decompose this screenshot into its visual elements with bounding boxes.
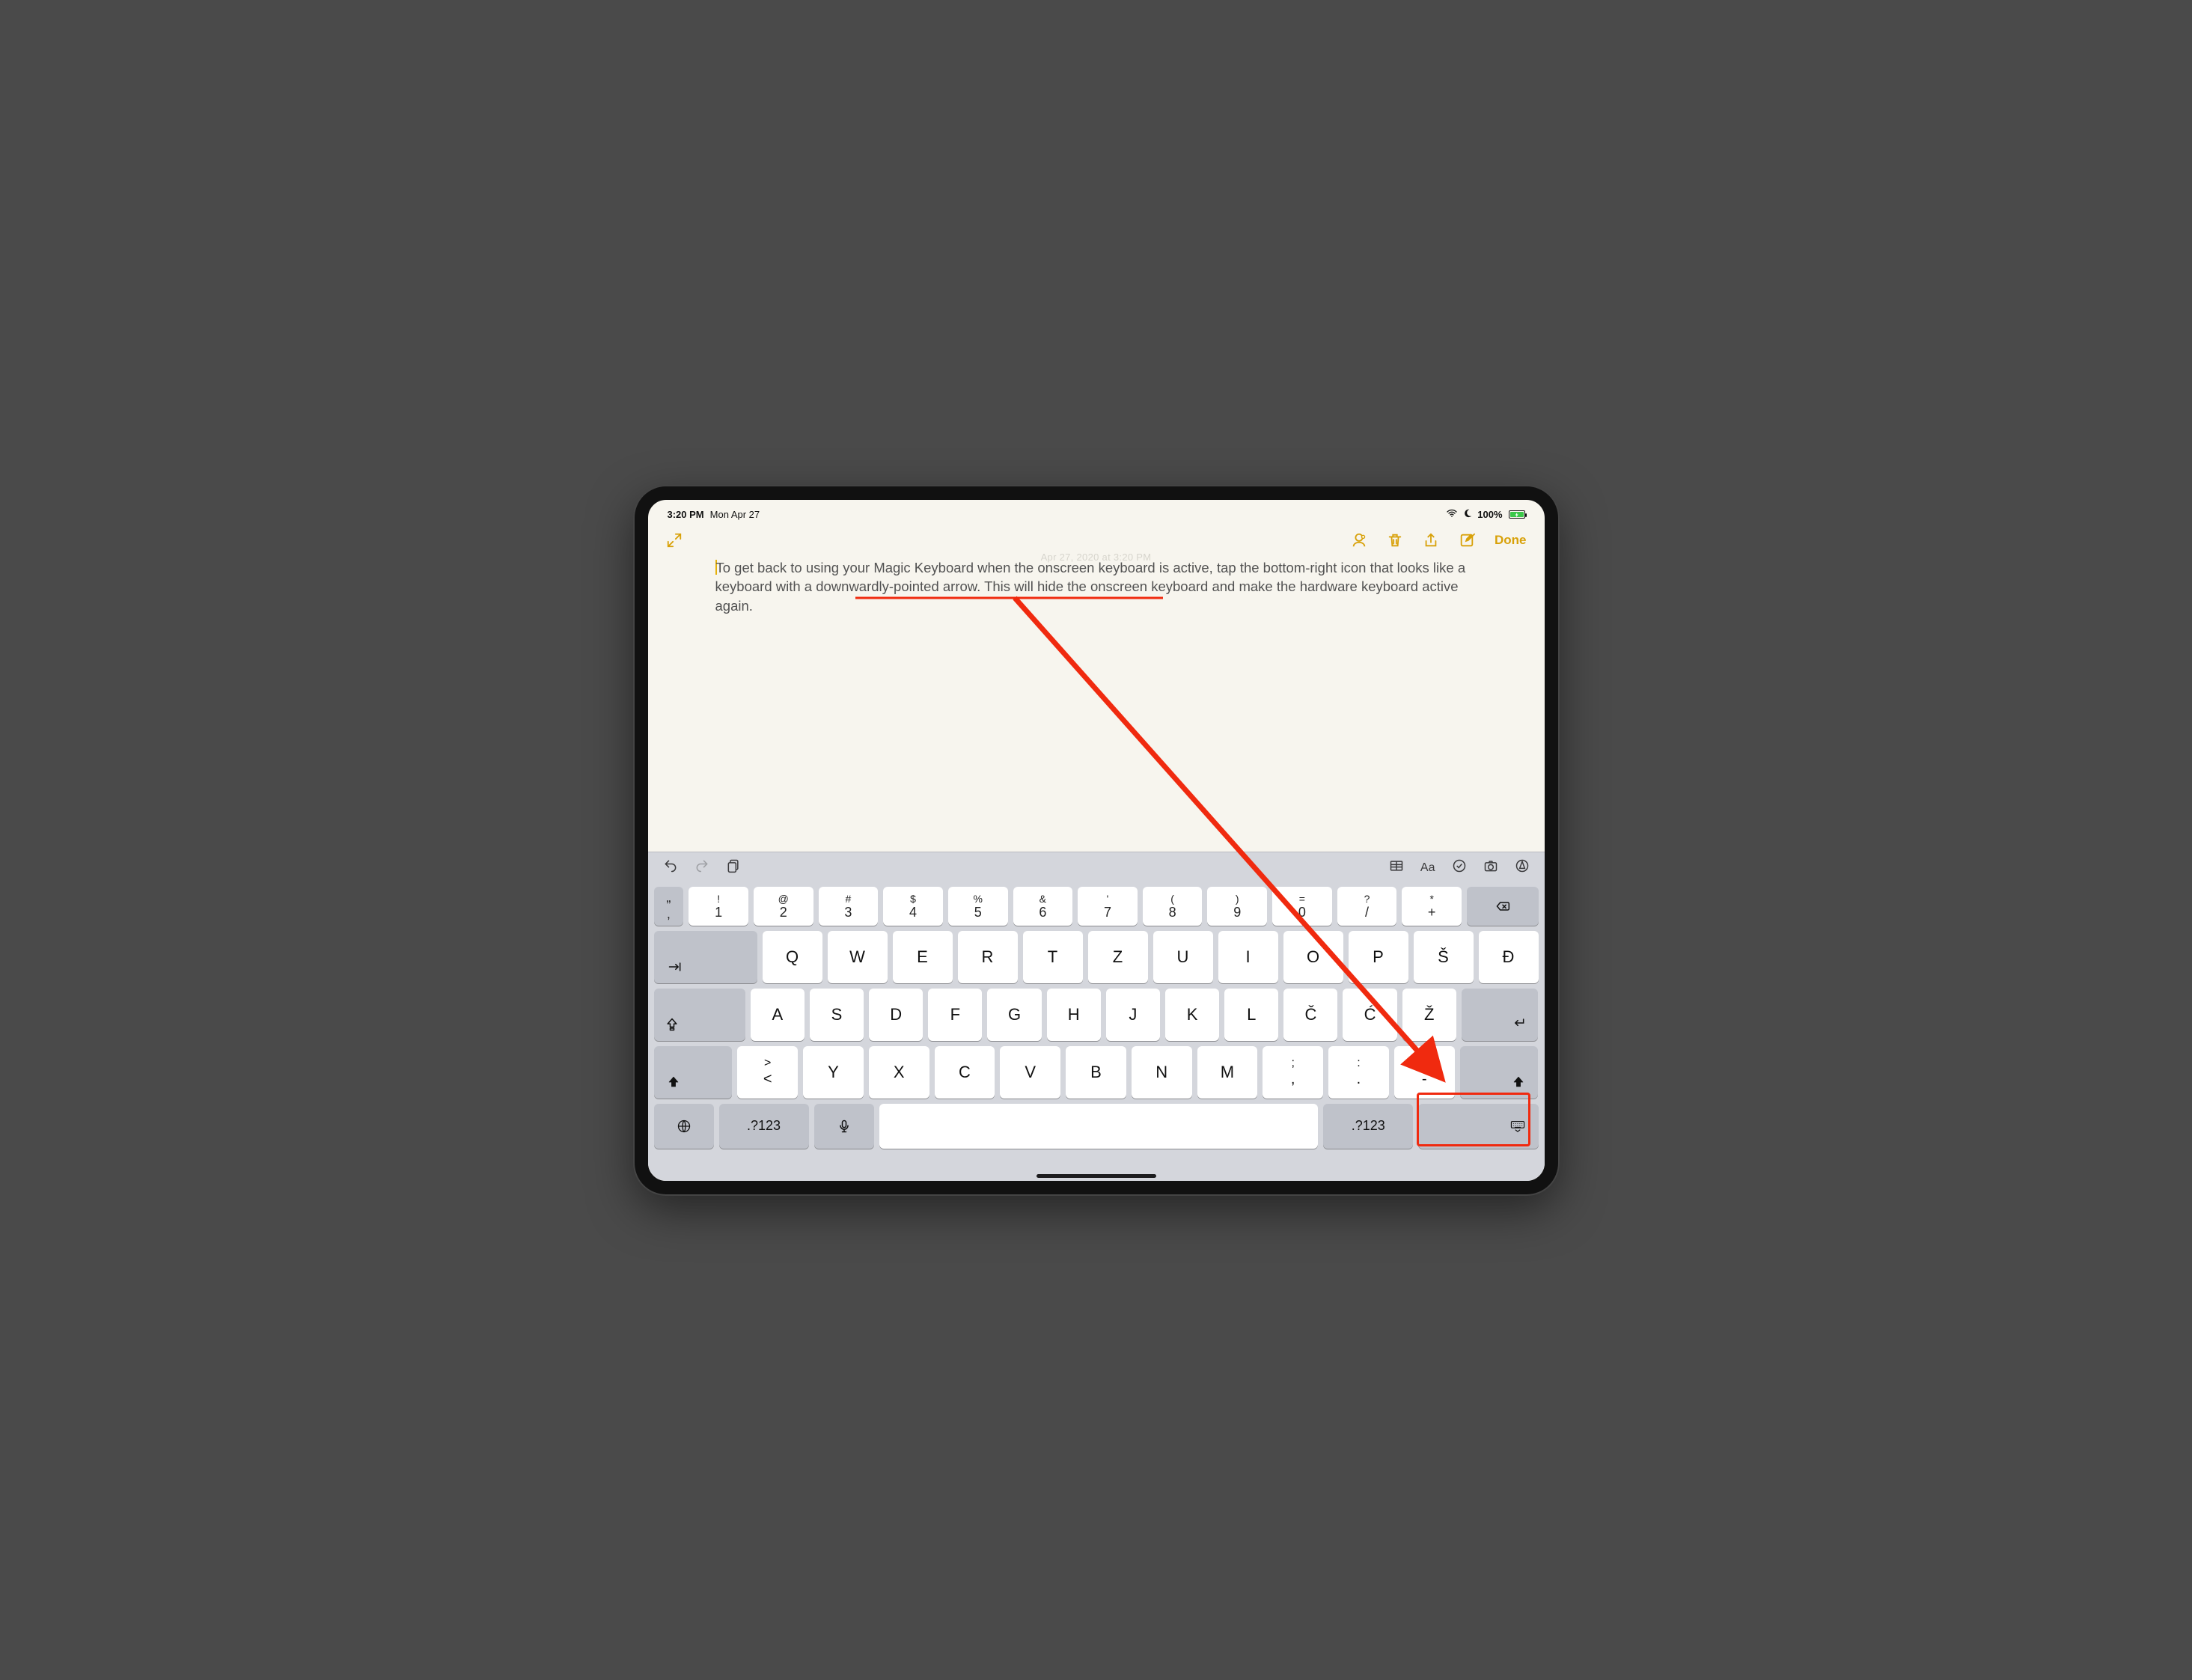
key-p[interactable]: P <box>1349 931 1408 983</box>
key-č[interactable]: Č <box>1283 989 1337 1041</box>
key-j[interactable]: J <box>1106 989 1160 1041</box>
key-h[interactable]: H <box>1047 989 1101 1041</box>
key-right-shift[interactable] <box>1460 1046 1539 1099</box>
camera-icon[interactable] <box>1483 858 1498 877</box>
trash-icon[interactable] <box>1387 532 1403 549</box>
key-slash[interactable]: ?/ <box>1337 887 1397 926</box>
key-return[interactable] <box>1462 989 1539 1041</box>
table-icon[interactable] <box>1389 858 1404 877</box>
key-k[interactable]: K <box>1165 989 1219 1041</box>
key-globe[interactable] <box>654 1104 714 1149</box>
key-z[interactable]: Z <box>1088 931 1148 983</box>
done-button[interactable]: Done <box>1495 533 1527 548</box>
key-comma[interactable]: ;, <box>1263 1046 1323 1099</box>
clipboard-icon[interactable] <box>726 858 741 877</box>
note-content-area[interactable]: Apr 27, 2020 at 3:20 PM To get back to u… <box>648 558 1545 852</box>
key-đ[interactable]: Đ <box>1479 931 1539 983</box>
key-row-2: A S D F G H J K L Č Ć Ž <box>654 989 1539 1041</box>
key-t[interactable]: T <box>1023 931 1083 983</box>
key-ž[interactable]: Ž <box>1402 989 1456 1041</box>
key-e[interactable]: E <box>893 931 953 983</box>
key-quotes[interactable]: „ ‚ <box>654 887 684 926</box>
key-5[interactable]: %5 <box>948 887 1008 926</box>
key-row-4: .?123 .?123 <box>654 1104 1539 1149</box>
key-period[interactable]: :. <box>1328 1046 1389 1099</box>
key-capslock[interactable] <box>654 989 745 1041</box>
key-d[interactable]: D <box>869 989 923 1041</box>
key-6[interactable]: &6 <box>1013 887 1073 926</box>
undo-icon[interactable] <box>663 858 678 877</box>
key-2[interactable]: @2 <box>754 887 813 926</box>
key-o[interactable]: O <box>1283 931 1343 983</box>
key-g[interactable]: G <box>987 989 1041 1041</box>
key-angle[interactable]: >< <box>737 1046 798 1099</box>
key-row-3: >< Y X C V B N M ;, :. _- <box>654 1046 1539 1099</box>
dnd-moon-icon <box>1462 508 1473 521</box>
key-r[interactable]: R <box>958 931 1018 983</box>
new-note-icon[interactable] <box>1459 532 1475 549</box>
key-left-shift[interactable] <box>654 1046 733 1099</box>
battery-icon <box>1509 510 1525 519</box>
text-format-button[interactable]: Aa <box>1420 861 1435 875</box>
key-7[interactable]: '7 <box>1078 887 1138 926</box>
collaborate-icon[interactable] <box>1351 532 1367 549</box>
key-3[interactable]: #3 <box>819 887 879 926</box>
key-f[interactable]: F <box>928 989 982 1041</box>
key-c[interactable]: C <box>935 1046 995 1099</box>
key-m[interactable]: M <box>1197 1046 1258 1099</box>
key-backspace[interactable] <box>1467 887 1539 926</box>
key-numlock-left[interactable]: .?123 <box>719 1104 809 1149</box>
key-i[interactable]: I <box>1218 931 1278 983</box>
key-l[interactable]: L <box>1224 989 1278 1041</box>
key-x[interactable]: X <box>869 1046 929 1099</box>
redo-icon <box>694 858 709 877</box>
key-v[interactable]: V <box>1000 1046 1060 1099</box>
key-n[interactable]: N <box>1132 1046 1192 1099</box>
key-tab[interactable] <box>654 931 757 983</box>
onscreen-keyboard: Aa „ ‚ !1 @2 #3 $4 %5 &6 '7 (8 <box>648 852 1545 1181</box>
key-y[interactable]: Y <box>803 1046 864 1099</box>
checklist-icon[interactable] <box>1452 858 1467 877</box>
key-plus[interactable]: *+ <box>1402 887 1462 926</box>
key-0[interactable]: =0 <box>1272 887 1332 926</box>
key-numlock-right[interactable]: .?123 <box>1323 1104 1413 1149</box>
note-paragraph: To get back to using your Magic Keyboard… <box>715 558 1477 616</box>
key-q[interactable]: Q <box>763 931 822 983</box>
key-a[interactable]: A <box>751 989 805 1041</box>
key-4[interactable]: $4 <box>883 887 943 926</box>
key-w[interactable]: W <box>828 931 888 983</box>
key-b[interactable]: B <box>1066 1046 1126 1099</box>
key-ć[interactable]: Ć <box>1343 989 1396 1041</box>
key-9[interactable]: )9 <box>1207 887 1267 926</box>
key-row-0: „ ‚ !1 @2 #3 $4 %5 &6 '7 (8 )9 =0 ?/ *+ <box>654 887 1539 926</box>
annotation-highlight-box <box>1417 1093 1530 1146</box>
status-time: 3:20 PM <box>668 509 704 520</box>
key-dash[interactable]: _- <box>1394 1046 1455 1099</box>
key-row-1: Q W E R T Z U I O P Š Đ <box>654 931 1539 983</box>
home-indicator <box>1037 1174 1156 1178</box>
status-date: Mon Apr 27 <box>710 509 760 520</box>
key-8[interactable]: (8 <box>1143 887 1203 926</box>
collapse-note-icon[interactable] <box>666 532 683 549</box>
key-dictate[interactable] <box>814 1104 874 1149</box>
key-s[interactable]: S <box>810 989 864 1041</box>
wifi-icon <box>1446 507 1458 522</box>
battery-percent: 100% <box>1477 509 1502 520</box>
key-š[interactable]: Š <box>1414 931 1474 983</box>
key-1[interactable]: !1 <box>689 887 748 926</box>
key-u[interactable]: U <box>1153 931 1213 983</box>
share-icon[interactable] <box>1423 532 1439 549</box>
keyboard-toolbar: Aa <box>648 852 1545 884</box>
key-spacebar[interactable] <box>879 1104 1319 1149</box>
markup-icon[interactable] <box>1515 858 1530 877</box>
status-bar: 3:20 PM Mon Apr 27 100% <box>648 506 1545 524</box>
